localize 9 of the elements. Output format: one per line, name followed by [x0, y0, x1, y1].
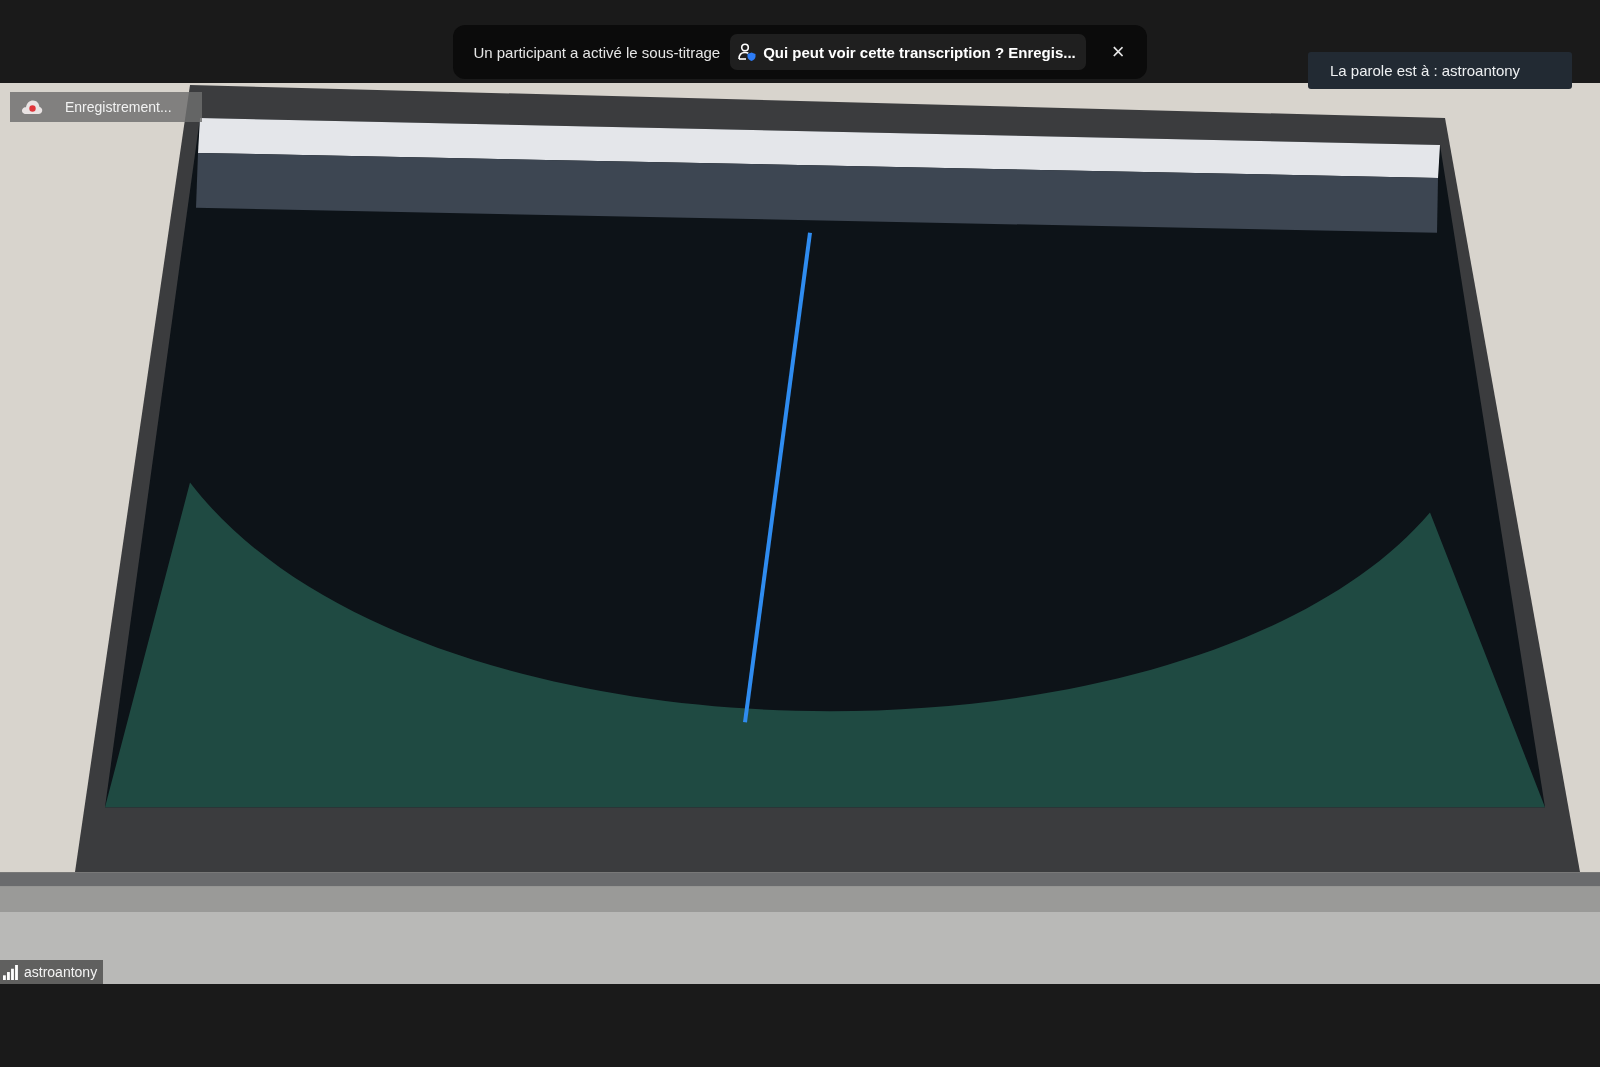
- close-button[interactable]: ×: [1105, 37, 1131, 67]
- transcription-info-button[interactable]: Qui peut voir cette transcription ? Enregis...: [730, 34, 1086, 70]
- recording-label: Enregistrement...: [65, 99, 172, 115]
- signal-bars-icon: [3, 964, 18, 980]
- active-speaker-label: La parole est à : astroantony: [1308, 52, 1572, 89]
- recording-cloud-icon: [21, 99, 43, 115]
- caption-message: Un participant a activé le sous-titrage: [473, 43, 721, 61]
- person-shield-icon: [738, 43, 757, 61]
- participant-name: astroantony: [24, 964, 98, 980]
